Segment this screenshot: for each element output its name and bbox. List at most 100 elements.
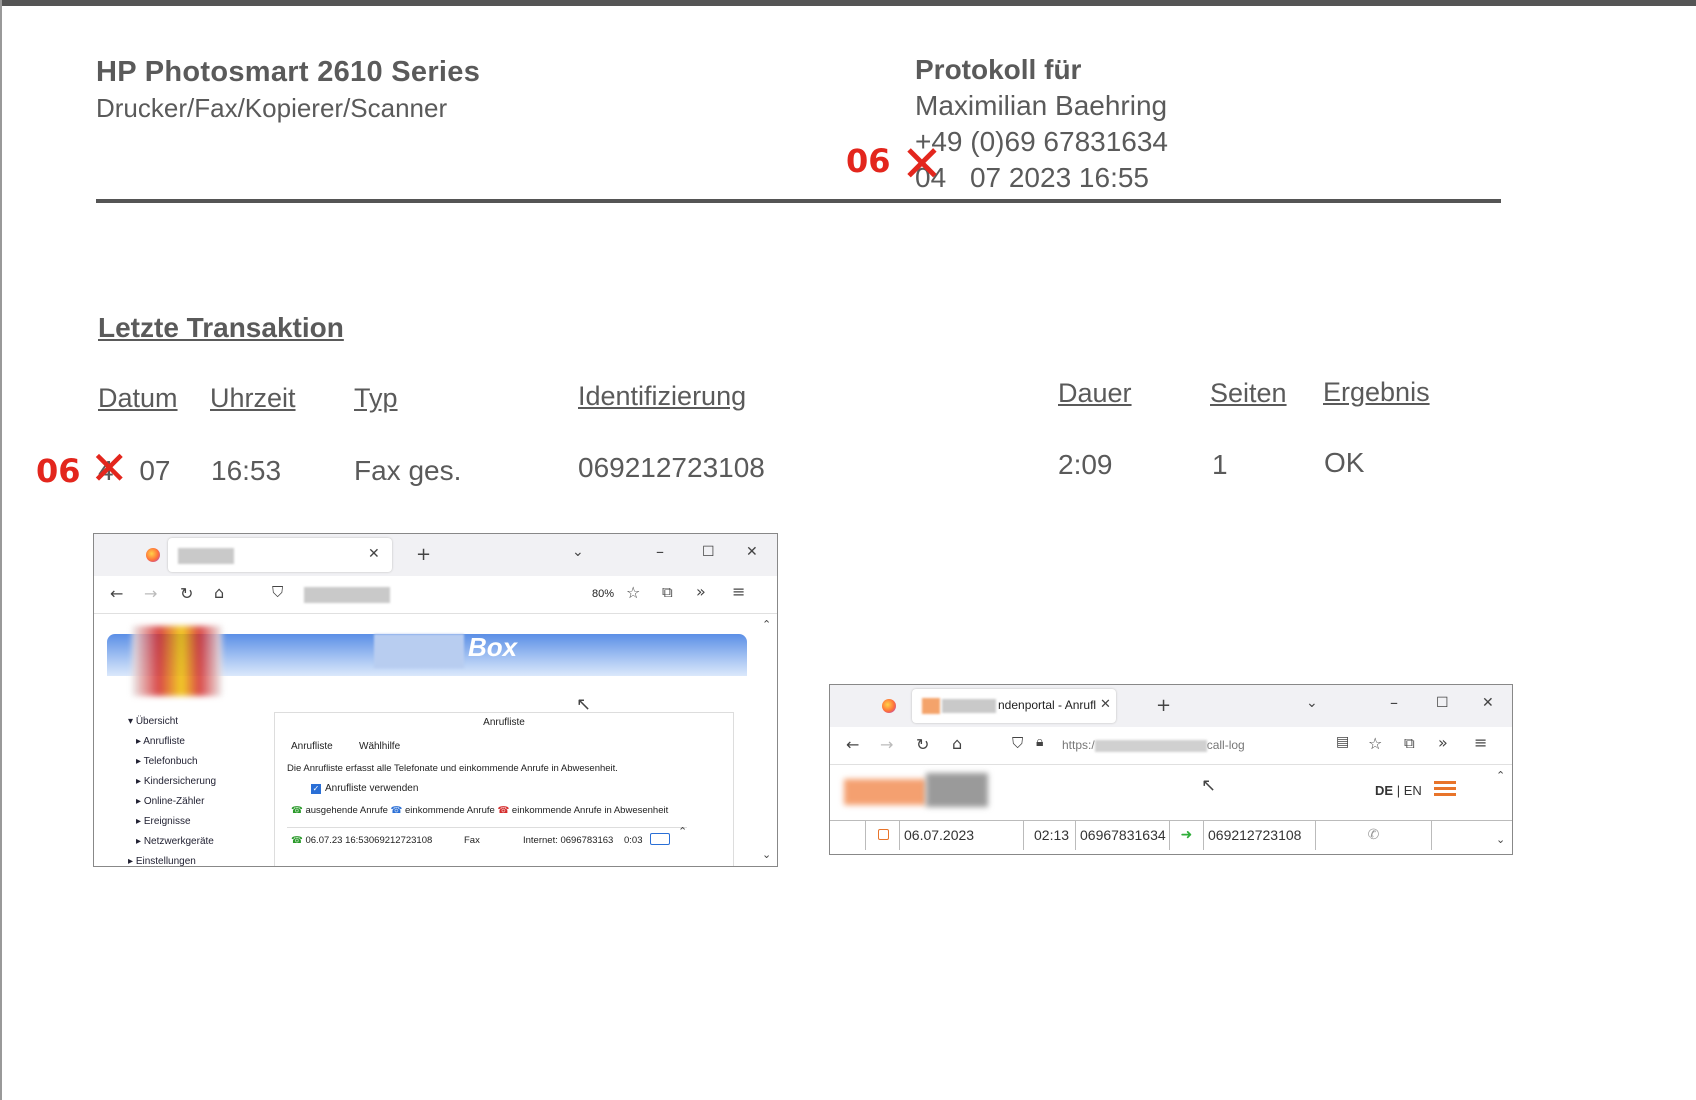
entry-action-icon[interactable] (650, 833, 670, 845)
overflow-icon[interactable]: » (696, 582, 706, 601)
close-tab-icon[interactable]: ✕ (368, 546, 380, 562)
row-checkbox-icon[interactable] (878, 829, 889, 840)
tab-anrufliste[interactable]: Anrufliste (291, 741, 333, 752)
url-bar[interactable]: https:/ call-log (1062, 738, 1245, 752)
menu-label: Netzwerkgeräte (143, 836, 214, 847)
tab-waehlhilfe[interactable]: Wählhilfe (359, 741, 400, 752)
lang-de[interactable]: DE (1375, 783, 1393, 798)
row-to: 069212723108 (1204, 820, 1316, 850)
cell-uhrzeit: 16:53 (211, 455, 282, 486)
legend-missed: einkommende Anrufe in Abwesenheit (511, 805, 669, 816)
menu-label: Ereignisse (143, 816, 191, 827)
row-select[interactable] (866, 820, 900, 850)
browser-tab[interactable]: ndenportal - Anrufl ✕ (912, 689, 1116, 723)
date-rest: 07 2023 16:55 (969, 162, 1149, 193)
star-icon[interactable]: ☆ (626, 583, 640, 602)
back-icon[interactable]: ← (110, 584, 123, 603)
menu-icon[interactable]: ≡ (1474, 733, 1487, 752)
panel-separator (287, 827, 687, 828)
struck-day: 04 ✕ (901, 139, 946, 196)
overflow-icon[interactable]: » (1438, 733, 1448, 752)
header-dauer: Dauer (1058, 378, 1132, 408)
extensions-icon[interactable]: ⧉ (1404, 734, 1415, 752)
owner-name: Maximilian Baehring (915, 90, 1168, 121)
menu-icon[interactable]: ≡ (732, 582, 745, 601)
forward-icon[interactable]: → (880, 735, 893, 754)
star-icon[interactable]: ☆ (1368, 734, 1382, 753)
scroll-down-icon[interactable]: ⌄ (1496, 833, 1505, 846)
extensions-icon[interactable]: ⧉ (662, 583, 673, 601)
maximize-icon[interactable]: ☐ (702, 544, 715, 560)
cell-dauer: 2:09 (1058, 449, 1113, 480)
use-call-list-checkbox[interactable]: ✓ Anrufliste verwenden (311, 783, 418, 794)
maximize-icon[interactable]: ☐ (1436, 695, 1449, 711)
browser-tab[interactable]: ✕ (168, 538, 392, 572)
menu-anrufliste[interactable]: ▸ Anrufliste (136, 736, 185, 747)
scroll-up-icon[interactable]: ⌃ (762, 618, 771, 631)
menu-online-zaehler[interactable]: ▸ Online-Zähler (136, 796, 204, 807)
tab-title: ndenportal - Anrufl (998, 698, 1097, 712)
entry-line: Internet: 0696783163 (523, 835, 614, 846)
device-subtitle: Drucker/Fax/Kopierer/Scanner (96, 93, 448, 123)
close-window-icon[interactable]: ✕ (1482, 695, 1494, 711)
minimize-icon[interactable]: – (656, 542, 664, 561)
menu-ereignisse[interactable]: ▸ Ereignisse (136, 816, 191, 827)
blurred-url[interactable] (304, 587, 390, 603)
section-title: Letzte Transaktion (98, 312, 344, 343)
header-typ: Typ (354, 383, 398, 413)
url-tail: call-log (1206, 738, 1245, 752)
home-icon[interactable]: ⌂ (214, 583, 224, 602)
menu-einstellungen[interactable]: ▸ Einstellungen (128, 856, 196, 866)
zoom-level[interactable]: 80% (592, 588, 614, 600)
chevron-down-icon[interactable]: ⌄ (572, 544, 584, 560)
reload-icon[interactable]: ↻ (180, 584, 193, 603)
lock-icon[interactable]: 🔒︎ (1036, 734, 1043, 750)
menu-telefonbuch[interactable]: ▸ Telefonbuch (136, 756, 198, 767)
red-cross-icon: ✕ (90, 441, 129, 495)
back-icon[interactable]: ← (846, 735, 859, 754)
incoming-call-icon: ☎ (390, 805, 403, 816)
router-screenshot: ✕ + ⌄ – ☐ ✕ ← → ↻ ⌂ ⛉ 80% ☆ ⧉ » ≡ Box ▾ … (93, 533, 778, 867)
report-date: 04 ✕ 07 2023 16:55 (901, 139, 1168, 196)
legend-outgoing: ausgehende Anrufe (305, 805, 388, 816)
menu-kindersicherung[interactable]: ▸ Kindersicherung (136, 776, 216, 787)
mouse-cursor-icon: ↖ (1201, 775, 1217, 796)
new-tab-icon[interactable]: + (1156, 695, 1171, 716)
lang-en[interactable]: EN (1404, 783, 1422, 798)
panel-scroll-up-icon[interactable]: ⌃ (678, 825, 687, 838)
new-tab-icon[interactable]: + (416, 544, 431, 565)
checkbox-checked-icon[interactable]: ✓ (311, 784, 321, 794)
url-prefix: https:/ (1062, 738, 1095, 752)
entry-datetime-number: 06.07.23 16:53069212723108 (305, 835, 433, 846)
row-datetime: 06.07.2023 16:53:50 (900, 820, 1024, 850)
row-from: 06967831634 (1076, 820, 1170, 850)
home-icon[interactable]: ⌂ (952, 734, 962, 753)
scroll-down-icon[interactable]: ⌄ (762, 848, 771, 861)
shield-icon[interactable]: ⛉ (272, 583, 283, 601)
close-window-icon[interactable]: ✕ (746, 544, 758, 560)
reader-icon[interactable]: ▤ (1336, 734, 1349, 750)
language-switch[interactable]: DE | EN (1375, 783, 1422, 798)
panel-title: Anrufliste (483, 717, 525, 728)
reload-icon[interactable]: ↻ (916, 735, 929, 754)
blurred-url (1094, 739, 1207, 752)
cell-typ: Fax ges. (354, 455, 462, 486)
menu-label: Telefonbuch (143, 756, 198, 767)
cell-ergebnis: OK (1324, 447, 1365, 478)
shield-icon[interactable]: ⛉ (1012, 734, 1023, 752)
red-cross-icon: ✕ (901, 135, 943, 193)
date-correction: 06 (846, 142, 891, 180)
forward-icon[interactable]: → (144, 584, 157, 603)
row-spacer (830, 820, 866, 850)
menu-uebersicht[interactable]: ▾ Übersicht (128, 716, 178, 727)
close-tab-icon[interactable]: ✕ (1100, 697, 1111, 712)
left-border (0, 0, 2, 1100)
minimize-icon[interactable]: – (1390, 693, 1398, 712)
menu-netzwerkgeraete[interactable]: ▸ Netzwerkgeräte (136, 836, 214, 847)
legend-incoming: einkommende Anrufe (405, 805, 495, 816)
cell-datum: 4 ✕ 07 (90, 441, 171, 495)
scroll-up-icon[interactable]: ⌃ (1496, 769, 1505, 782)
hamburger-icon[interactable] (1434, 781, 1456, 797)
cell-seiten: 1 (1212, 449, 1228, 480)
chevron-down-icon[interactable]: ⌄ (1306, 695, 1318, 711)
